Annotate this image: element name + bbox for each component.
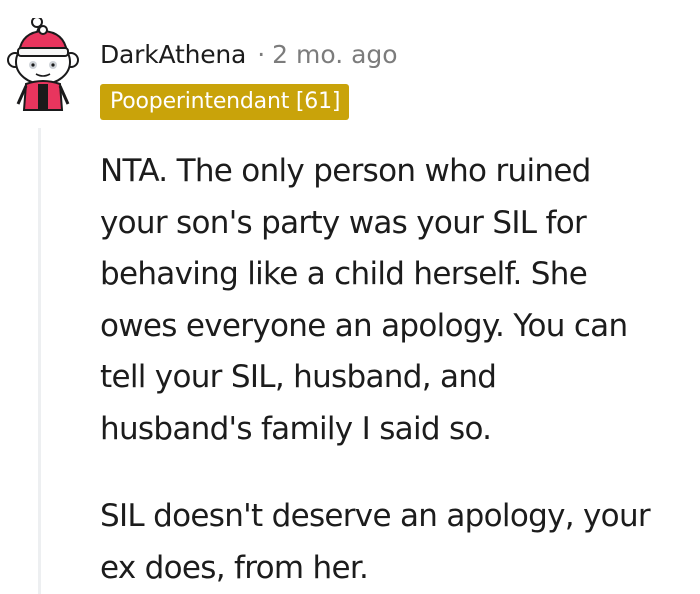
snoo-avatar-icon xyxy=(7,16,79,111)
comment-timestamp[interactable]: 2 mo. ago xyxy=(272,40,397,69)
meta-separator: · xyxy=(257,39,266,69)
comment-text-line: behaving like a child herself. She xyxy=(100,256,588,292)
author-username[interactable]: DarkAthena xyxy=(100,40,246,69)
comment-body: NTA. The only person who ruined your son… xyxy=(100,146,700,594)
comment-text-line: owes everyone an apology. You can xyxy=(100,307,628,344)
comment-text-line: SIL doesn't deserve an apology, your xyxy=(100,498,651,534)
comment-paragraph: SIL doesn't deserve an apology, your ex … xyxy=(100,491,700,594)
comment-text-line: NTA. The only person who ruined xyxy=(100,153,591,189)
comment-paragraph: NTA. The only person who ruined your son… xyxy=(100,146,700,455)
comment-text-line: husband's family I said so. xyxy=(100,410,492,447)
user-avatar[interactable] xyxy=(6,16,80,112)
thread-collapse-line[interactable] xyxy=(38,128,41,594)
comment: DarkAthena · 2 mo. ago Pooperintendant [… xyxy=(0,0,700,594)
comment-meta: DarkAthena · 2 mo. ago xyxy=(100,37,398,71)
comment-text-line: your son's party was your SIL for xyxy=(100,204,587,241)
comment-text-line: ex does, from her. xyxy=(100,549,369,586)
comment-text-line: tell your SIL, husband, and xyxy=(100,359,497,395)
user-flair: Pooperintendant [61] xyxy=(100,84,350,120)
